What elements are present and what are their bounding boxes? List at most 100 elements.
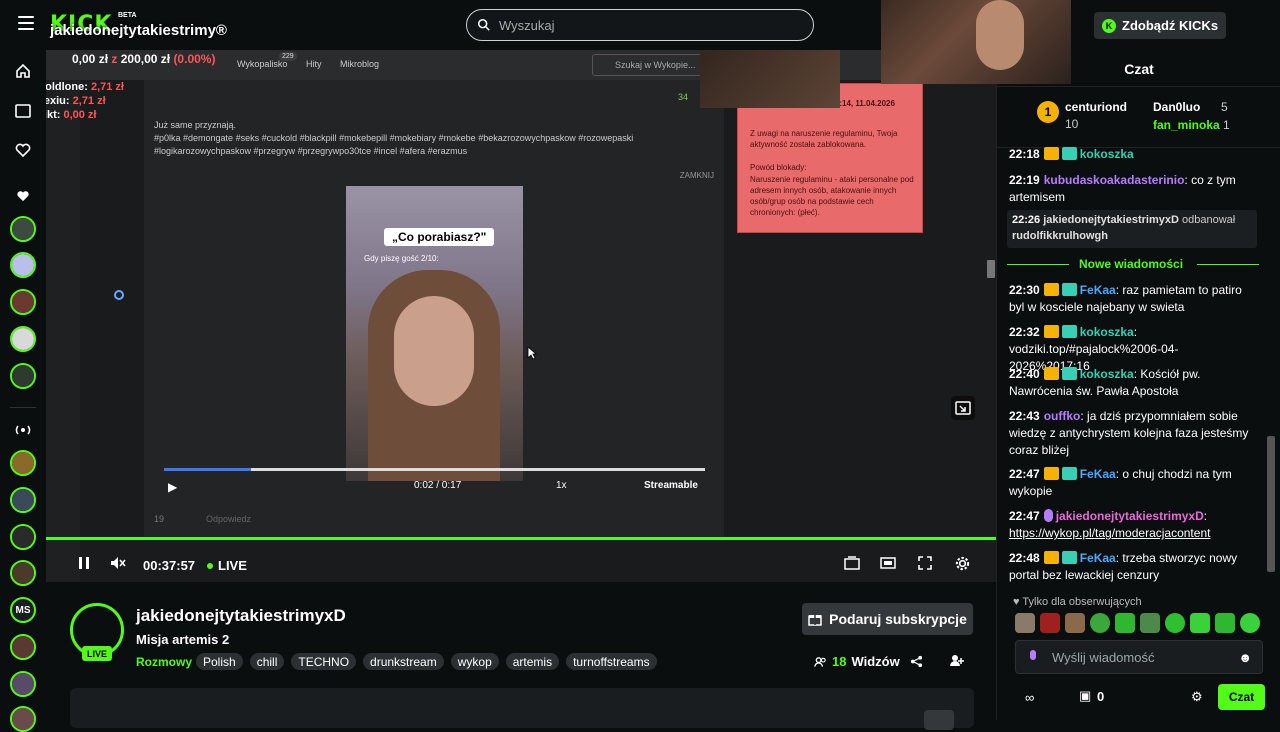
pause-button[interactable] — [76, 555, 92, 571]
followed-channel-avatar[interactable] — [10, 252, 36, 278]
recommended-channel-avatar[interactable] — [10, 450, 36, 476]
emote-bar — [1015, 613, 1260, 633]
stream-tag[interactable]: TECHNO — [291, 653, 357, 670]
emote-icon[interactable] — [1015, 613, 1035, 633]
rank-badge: 1 — [1037, 101, 1059, 123]
following-heart-icon[interactable] — [12, 139, 34, 161]
balance-a: 0,00 zł — [72, 52, 109, 66]
balance-sep: z — [111, 52, 118, 66]
microphone-icon[interactable] — [1028, 650, 1038, 664]
gifter-name[interactable]: Dan0luo — [1153, 100, 1200, 114]
post-text: Już same przyznają. — [154, 120, 237, 130]
store-icon[interactable]: ▣ — [1079, 688, 1091, 704]
send-chat-button[interactable]: Czat — [1218, 684, 1265, 710]
live-channels-icon — [12, 419, 34, 441]
followed-channel-avatar[interactable] — [10, 363, 36, 389]
player-controls: 00:37:57 LIVE — [46, 542, 996, 582]
chat-message: 22:18 kokoszka — [1009, 147, 1134, 161]
followers-only-notice: ♥ Tylko dla obserwujących — [1013, 596, 1142, 608]
mute-icon[interactable] — [110, 555, 126, 571]
channel-name[interactable]: jakiedonejtytakiestrimyxD — [136, 606, 346, 626]
emote-icon[interactable] — [1215, 613, 1235, 633]
live-badge: LIVE — [82, 646, 112, 661]
share-icon[interactable] — [910, 655, 923, 673]
recommended-channel-avatar[interactable] — [10, 524, 36, 550]
chat-message: 22:48 FeKaa: trzeba stworzyc nowy portal … — [1009, 551, 1238, 582]
chat-message: 22:40 kokoszka: Kościół pw. Nawrócenia św… — [1009, 367, 1201, 398]
search-icon — [477, 18, 490, 31]
miniplayer-icon[interactable] — [880, 555, 896, 571]
recommended-channel-avatar[interactable] — [10, 487, 36, 513]
search-bar[interactable] — [466, 9, 814, 41]
chat-link[interactable]: https://wykop.pl/tag/moderacjacontent — [1009, 526, 1210, 540]
close-label: ZAMKNIJ — [679, 171, 714, 180]
chat-settings-gear-icon[interactable]: ⚙ — [1191, 689, 1203, 705]
webcam-overlay — [881, 0, 1071, 84]
emote-icon[interactable] — [1090, 613, 1110, 633]
emote-icon[interactable] — [1065, 613, 1085, 633]
chevron-right-icon[interactable] — [924, 710, 954, 730]
emote-icon[interactable] — [1165, 613, 1185, 633]
emote-icon[interactable] — [1115, 613, 1135, 633]
emote-icon[interactable] — [1040, 613, 1060, 633]
balance-pct: (0.00%) — [173, 52, 216, 66]
emote-icon[interactable] — [1190, 613, 1210, 633]
chat-input[interactable] — [1052, 649, 1222, 665]
followed-channel-avatar[interactable] — [10, 216, 36, 242]
stream-tag[interactable]: turnoffstreams — [566, 653, 657, 670]
follow-user-icon[interactable] — [950, 654, 964, 672]
moderation-event: 22:26 jakiedonejtytakiestrimyxD odbanowa… — [1007, 210, 1257, 248]
video-player[interactable]: Wykopalisko 229 Hity Mikroblog Szukaj w … — [46, 50, 996, 582]
home-icon[interactable] — [12, 60, 34, 82]
pip-icon[interactable] — [951, 396, 975, 420]
stream-tag[interactable]: drunkstream — [363, 653, 444, 670]
tag-list: Polish chill TECHNO drunkstream wykop artemis… — [196, 653, 657, 670]
player-progress[interactable] — [46, 537, 996, 540]
ban-line1: Z uwagi na naruszenie regulaminu, Twoja … — [750, 129, 898, 149]
browse-icon[interactable] — [12, 100, 34, 122]
category-link[interactable]: Rozmowy — [136, 655, 192, 669]
search-input[interactable] — [499, 17, 799, 33]
stream-tag[interactable]: Polish — [196, 653, 243, 670]
vote-count: 34 — [677, 92, 688, 102]
comments-count: 19 — [154, 514, 165, 524]
overlay-title: jakiedonejtytakiestrimy® — [50, 22, 227, 39]
cursor-icon — [527, 346, 538, 365]
stream-tag[interactable]: artemis — [505, 653, 560, 670]
fullscreen-icon[interactable] — [917, 555, 933, 571]
beta-label: BETA — [118, 12, 137, 19]
leaderboard-row: 3.nikt: 0,00 zł — [46, 109, 97, 121]
chat-input-box[interactable]: ☻ — [1015, 640, 1263, 674]
theater-mode-icon[interactable] — [844, 555, 860, 571]
gifter-name[interactable]: centuriond — [1065, 100, 1127, 114]
settings-gear-icon[interactable] — [954, 555, 970, 571]
gift-icon — [808, 615, 822, 626]
gifter-name[interactable]: fan_minoka — [1153, 118, 1220, 132]
new-messages-divider: Nowe wiadomości — [1007, 256, 1259, 272]
recommended-channel-avatar[interactable] — [10, 706, 36, 732]
recommended-channel-avatar[interactable] — [10, 671, 36, 697]
stream-tag[interactable]: chill — [249, 653, 285, 670]
gift-subscription-button[interactable]: Podaruj subskrypcje — [802, 603, 973, 635]
kicks-infinity-icon[interactable]: ∞ — [1025, 690, 1034, 705]
recommended-channel-avatar[interactable] — [10, 634, 36, 660]
menu-icon[interactable] — [18, 16, 34, 30]
get-kicks-button[interactable]: K Zdobądź KICKs — [1094, 12, 1227, 39]
followed-channel-avatar[interactable] — [10, 289, 36, 315]
recommended-channel-avatar[interactable]: MS — [10, 597, 36, 623]
emote-icon[interactable] — [1240, 613, 1260, 633]
top-bar: KICK BETA jakiedonejtytakiestrimy® K Zdo… — [0, 0, 1280, 84]
wykop-tab: Wykopalisko — [237, 59, 288, 69]
followed-channel-avatar[interactable] — [10, 326, 36, 352]
leaderboard-row: 1.Coldlone: 2,71 zł — [46, 81, 124, 93]
recommended-channel-avatar[interactable] — [10, 560, 36, 586]
gifter-count: 10 — [1065, 117, 1079, 131]
ban-line3: Naruszenie regulaminu - ataki personalne… — [750, 175, 914, 217]
stream-tag[interactable]: wykop — [450, 653, 499, 670]
video-scrollbar[interactable] — [987, 260, 995, 278]
clip-progress — [164, 468, 705, 471]
emoji-icon[interactable]: ☻ — [1238, 650, 1252, 665]
clip-bubble: „Co porabiasz?" — [384, 228, 495, 246]
chat-scrollbar[interactable] — [1267, 436, 1275, 572]
emote-icon[interactable] — [1140, 613, 1160, 633]
